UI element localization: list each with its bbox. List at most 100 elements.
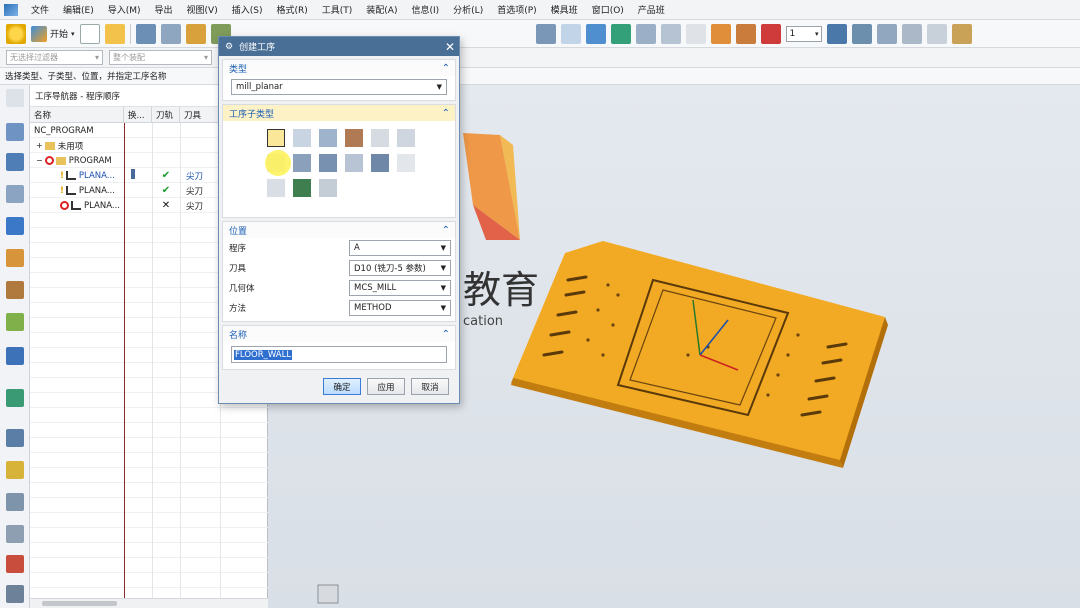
groove-milling-icon[interactable] <box>345 154 363 172</box>
menu-tools[interactable]: 工具(T) <box>315 3 360 16</box>
menu-import[interactable]: 导入(M) <box>101 3 148 16</box>
column-path[interactable]: 刀轨 <box>152 107 180 122</box>
face-milling-manual-icon[interactable] <box>345 129 363 147</box>
menu-analysis[interactable]: 分析(L) <box>446 3 490 16</box>
menu-window[interactable]: 窗口(O) <box>585 3 631 16</box>
ok-button[interactable]: 确定 <box>323 378 361 395</box>
operation-navigator-icon[interactable] <box>6 217 24 235</box>
generate-path-icon[interactable] <box>560 23 581 44</box>
layer-icon[interactable] <box>535 23 556 44</box>
web-browser-icon[interactable] <box>6 347 24 365</box>
navigator-scrollbar[interactable] <box>30 598 268 608</box>
expand-plus-icon[interactable]: + <box>36 141 43 150</box>
help-icon[interactable] <box>6 23 26 44</box>
reuse-library-icon[interactable] <box>6 281 24 299</box>
operation-name-input[interactable]: FLOOR_WALL <box>231 346 447 363</box>
orient-icon[interactable] <box>876 23 897 44</box>
list-icon[interactable] <box>6 585 24 603</box>
name-section-header[interactable]: 名称 ⌃ <box>223 326 455 342</box>
dialog-titlebar[interactable]: ⚙ 创建工序 ✕ <box>219 37 459 56</box>
assembly-navigator-icon[interactable] <box>6 123 24 141</box>
menu-export[interactable]: 导出 <box>148 3 180 16</box>
move-icon[interactable] <box>660 23 681 44</box>
sim-icon[interactable] <box>735 23 756 44</box>
machine-tool-icon[interactable] <box>6 249 24 267</box>
menu-edit[interactable]: 编辑(E) <box>56 3 101 16</box>
planar-mill-icon[interactable] <box>371 129 389 147</box>
box-icon[interactable] <box>760 23 781 44</box>
status-warning-icon: ! <box>60 185 64 196</box>
column-name[interactable]: 名称 <box>30 107 124 122</box>
history-icon[interactable] <box>6 389 24 407</box>
roles-icon[interactable] <box>6 313 24 331</box>
program-select[interactable]: A ▼ <box>349 240 451 256</box>
toolpath-icon[interactable] <box>635 23 656 44</box>
menu-assembly[interactable]: 装配(A) <box>359 3 404 16</box>
close-icon[interactable]: ✕ <box>441 40 459 54</box>
menu-preferences[interactable]: 首选项(P) <box>490 3 543 16</box>
measure-icon[interactable] <box>951 23 972 44</box>
collapse-icon[interactable]: ⌃ <box>442 329 450 340</box>
select-icon[interactable] <box>901 23 922 44</box>
tree-label: NC_PROGRAM <box>34 125 94 136</box>
geometry-select[interactable]: MCS_MILL ▼ <box>349 280 451 296</box>
shaded-icon[interactable] <box>710 23 731 44</box>
mill-control-icon[interactable] <box>293 179 311 197</box>
menu-info[interactable]: 信息(I) <box>404 3 446 16</box>
location-section-header[interactable]: 位置 ⌃ <box>223 222 455 238</box>
user-icon[interactable] <box>6 525 24 543</box>
part-navigator-icon[interactable] <box>6 185 24 203</box>
open-folder-icon[interactable] <box>104 23 125 44</box>
column-toolchange[interactable]: 换... <box>124 107 152 122</box>
settings-icon[interactable] <box>6 89 24 107</box>
operation-type-select[interactable]: mill_planar ▼ <box>231 79 447 95</box>
finish-floor-icon[interactable] <box>319 154 337 172</box>
add-icon[interactable] <box>685 23 706 44</box>
floor-wall-icon[interactable] <box>267 129 285 147</box>
finish-walls-icon[interactable] <box>293 154 311 172</box>
menu-mold-class[interactable]: 模具班 <box>544 3 585 16</box>
constraint-navigator-icon[interactable] <box>6 153 24 171</box>
collapse-icon[interactable]: ⌃ <box>442 63 450 74</box>
type-section-header[interactable]: 类型 ⌃ <box>223 60 455 76</box>
planar-text-icon[interactable] <box>267 179 285 197</box>
collapse-icon[interactable]: ⌃ <box>442 108 450 119</box>
report-icon[interactable] <box>6 555 24 573</box>
method-select[interactable]: METHOD ▼ <box>349 300 451 316</box>
start-icon <box>31 25 47 42</box>
planar-profile-icon[interactable] <box>397 129 415 147</box>
create-geometry-icon[interactable] <box>185 23 206 44</box>
menu-insert[interactable]: 插入(S) <box>225 3 270 16</box>
menu-view[interactable]: 视图(V) <box>180 3 225 16</box>
subtype-section-header[interactable]: 工序子类型 ⌃ <box>223 105 455 121</box>
view-icon[interactable] <box>826 23 847 44</box>
process-icon[interactable] <box>6 493 24 511</box>
thread-milling-icon[interactable] <box>397 154 415 172</box>
create-tool-icon[interactable] <box>160 23 181 44</box>
menu-format[interactable]: 格式(R) <box>269 3 314 16</box>
postprocess-icon[interactable] <box>610 23 631 44</box>
tool-select[interactable]: D10 (铣刀-5 参数) ▼ <box>349 260 451 276</box>
verify-icon[interactable] <box>585 23 606 44</box>
menu-product-class[interactable]: 产品班 <box>631 3 672 16</box>
collapse-minus-icon[interactable]: − <box>36 156 43 165</box>
column-tool[interactable]: 刀具 <box>180 107 220 122</box>
analysis-icon[interactable] <box>6 461 24 479</box>
layer-select[interactable]: 1 ▾ <box>785 25 822 42</box>
floor-wall-ipw-icon[interactable] <box>293 129 311 147</box>
menu-file[interactable]: 文件 <box>24 3 56 16</box>
collapse-icon[interactable]: ⌃ <box>442 225 450 236</box>
face-milling-icon[interactable] <box>319 129 337 147</box>
mill-user-icon[interactable] <box>319 179 337 197</box>
apply-button[interactable]: 应用 <box>367 378 405 395</box>
create-program-icon[interactable] <box>135 23 156 44</box>
type-filter-select[interactable]: 无选择过滤器 ▾ <box>6 50 103 65</box>
scope-filter-select[interactable]: 整个装配 ▾ <box>109 50 212 65</box>
clock-icon[interactable] <box>6 429 24 447</box>
cancel-button[interactable]: 取消 <box>411 378 449 395</box>
new-file-icon[interactable] <box>79 23 100 44</box>
hole-chamfer-icon[interactable] <box>371 154 389 172</box>
start-button[interactable]: 开始 ▾ <box>31 24 75 44</box>
section-icon[interactable] <box>851 23 872 44</box>
snap-icon[interactable] <box>926 23 947 44</box>
